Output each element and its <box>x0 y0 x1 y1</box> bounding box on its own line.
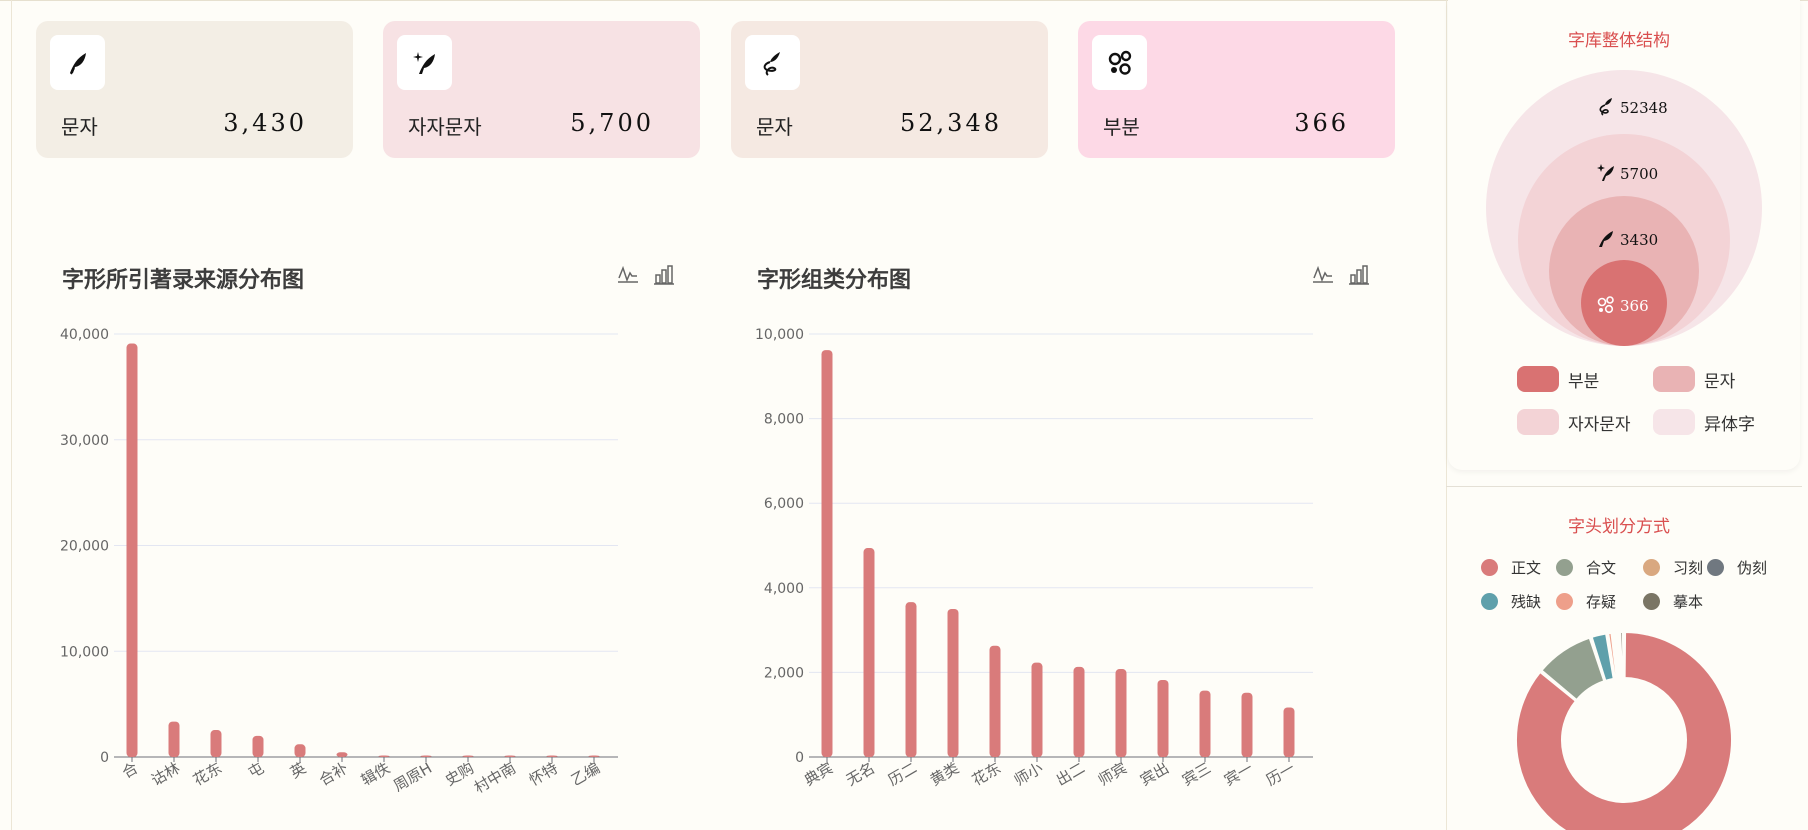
donut-slice[interactable] <box>1619 631 1625 680</box>
bar[interactable] <box>336 752 348 757</box>
bar-chart-1: 0 10,000 20,000 30,000 40,000 合 诂林 花东屯英合补 辑佚周原H 史… <box>60 327 618 797</box>
bar[interactable] <box>168 721 180 757</box>
donut-legend-item[interactable]: 正文 <box>1481 557 1541 578</box>
y-tick-label: 0 <box>795 750 804 766</box>
x-tick-label: 出二 <box>1053 759 1088 790</box>
x-tick-label: 宾一 <box>1221 759 1256 790</box>
donut-legend-item[interactable]: 伪刻 <box>1707 557 1767 578</box>
x-tick-label: 合补 <box>316 759 351 790</box>
bar[interactable] <box>1031 662 1043 757</box>
legend-label: 伪刻 <box>1737 559 1768 577</box>
legend-swatch <box>1517 409 1559 435</box>
x-tick-label: 历二 <box>885 759 920 790</box>
bubble-legend-item[interactable]: 异体字 <box>1653 409 1755 435</box>
legend-swatch <box>1517 366 1559 392</box>
x-tick-label: 屯 <box>245 759 267 782</box>
legend-label: 习刻 <box>1673 559 1704 577</box>
y-tick-label: 10,000 <box>755 327 804 343</box>
panel-divider <box>1446 486 1802 487</box>
y-tick-label: 10,000 <box>60 644 109 660</box>
bar[interactable] <box>294 744 306 757</box>
x-tick-label: 师小 <box>1011 759 1046 790</box>
bar[interactable] <box>1199 690 1211 757</box>
bubble-chart: 52348 5700 3430 366 <box>1486 70 1762 346</box>
bar[interactable] <box>210 730 222 757</box>
y-tick-label: 20,000 <box>60 539 109 555</box>
bar[interactable] <box>420 755 432 758</box>
bubble-legend-item[interactable]: 부분 <box>1517 366 1599 392</box>
bar[interactable] <box>1073 666 1085 757</box>
bar[interactable] <box>1283 707 1295 757</box>
bar[interactable] <box>821 350 833 757</box>
y-tick-label: 2,000 <box>764 665 804 681</box>
bar[interactable] <box>126 343 138 757</box>
legend-swatch <box>1653 409 1695 435</box>
bar[interactable] <box>504 755 516 758</box>
bar[interactable] <box>378 755 390 758</box>
bubble-label: 366 <box>1620 297 1649 315</box>
x-tick-label: 英 <box>287 759 309 782</box>
x-tick-label: 典宾 <box>801 759 836 790</box>
y-tick-label: 0 <box>100 750 109 766</box>
x-tick-label: 花东 <box>190 759 225 790</box>
x-tick-label: 怀特 <box>526 759 561 790</box>
legend-label: 正文 <box>1511 559 1542 577</box>
legend-label: 문자 <box>1704 371 1736 392</box>
legend-label: 合文 <box>1586 559 1617 577</box>
y-tick-label: 4,000 <box>764 581 804 597</box>
legend-label: 异体字 <box>1704 414 1755 435</box>
bar[interactable] <box>588 755 600 758</box>
donut-legend-item[interactable]: 合文 <box>1556 557 1616 578</box>
x-tick-label: 宾三 <box>1179 759 1214 790</box>
x-tick-label: 历一 <box>1263 759 1298 790</box>
x-tick-label: 宾出 <box>1137 759 1172 790</box>
x-tick-label: 合 <box>119 759 141 782</box>
bar[interactable] <box>546 755 558 758</box>
bubble-label: 3430 <box>1620 231 1658 249</box>
bar[interactable] <box>462 755 474 758</box>
x-tick-label: 花东 <box>969 759 1004 790</box>
legend-dot <box>1707 559 1724 576</box>
legend-label: 부분 <box>1568 371 1600 392</box>
bubble-label: 52348 <box>1620 99 1668 117</box>
x-tick-label: 诂林 <box>148 759 183 790</box>
legend-dot <box>1643 559 1660 576</box>
bar[interactable] <box>947 608 959 757</box>
y-tick-label: 8,000 <box>764 412 804 428</box>
right-panel-border <box>1446 0 1447 830</box>
y-tick-label: 30,000 <box>60 433 109 449</box>
x-tick-label: 史购 <box>442 759 477 790</box>
bubble-chart-title: 字库整体结构 <box>1568 31 1670 51</box>
bar[interactable] <box>863 548 875 757</box>
donut-legend-item[interactable]: 习刻 <box>1643 557 1703 578</box>
legend-dot <box>1481 559 1498 576</box>
y-tick-label: 6,000 <box>764 496 804 512</box>
bar[interactable] <box>905 602 917 757</box>
bar[interactable] <box>252 735 264 757</box>
bubble-legend-item[interactable]: 문자 <box>1653 366 1735 392</box>
bar[interactable] <box>1115 669 1127 757</box>
bar-chart-2: 0 2,000 4,000 6,000 8,000 10,000 典宾 无名 历二 黄类 花东 师小出… <box>755 327 1313 789</box>
x-tick-label: 周原H <box>390 759 435 795</box>
donut-chart-title: 字头划分方式 <box>1568 517 1670 537</box>
donut-chart <box>1515 631 1733 830</box>
x-tick-label: 辑佚 <box>358 759 393 790</box>
bar-charts-canvas: 010,00020,00030,00040,000合 诂林 花东屯英合补 辑佚周原H 史… <box>60 327 1313 797</box>
legend-label: 자자문자 <box>1568 414 1631 435</box>
y-tick-label: 40,000 <box>60 327 109 343</box>
bar[interactable] <box>989 645 1001 757</box>
bubble-legend-item[interactable]: 자자문자 <box>1517 409 1631 435</box>
x-tick-label: 乙编 <box>568 759 603 790</box>
bar[interactable] <box>1241 692 1253 757</box>
x-tick-label: 黄类 <box>927 759 962 790</box>
x-tick-label: 村中南 <box>471 759 519 797</box>
x-tick-label: 无名 <box>843 759 878 790</box>
bubble-label: 5700 <box>1620 165 1658 183</box>
legend-swatch <box>1653 366 1695 392</box>
legend-dot <box>1556 559 1573 576</box>
bar[interactable] <box>1157 680 1169 757</box>
x-tick-label: 师宾 <box>1095 759 1130 790</box>
